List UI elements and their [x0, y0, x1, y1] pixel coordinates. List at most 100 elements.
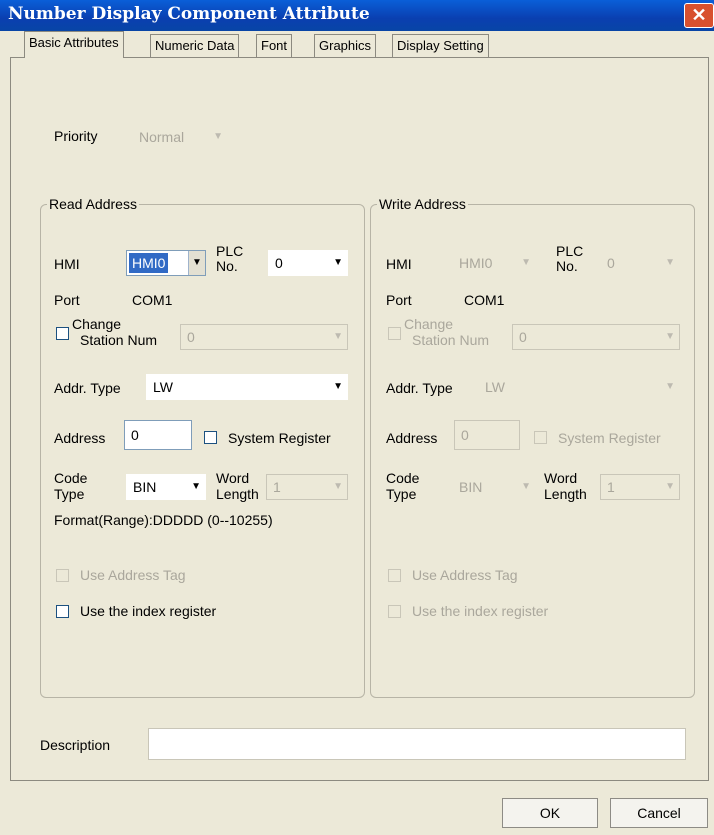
write-plc-select[interactable]: 0 ▼ [600, 250, 680, 276]
read-addr-type-value: LW [153, 379, 173, 395]
write-code-type-value: BIN [459, 479, 483, 495]
chevron-down-icon: ▼ [665, 481, 675, 492]
write-use-address-tag-checkbox[interactable] [388, 569, 401, 582]
write-address-legend: Write Address [379, 196, 466, 212]
read-word-length-select[interactable]: 1 ▼ [266, 474, 348, 500]
tab-display-setting[interactable]: Display Setting [392, 34, 489, 58]
read-change-station-label: Change Station Num [72, 316, 157, 348]
read-address-input[interactable]: 0 [124, 420, 192, 450]
read-plc-select[interactable]: 0 ▼ [268, 250, 348, 276]
chevron-down-icon: ▼ [665, 257, 675, 268]
write-code-type-label: Code Type [386, 470, 419, 502]
read-plc-label: PLC No. [216, 244, 243, 274]
read-change-station-checkbox[interactable] [56, 327, 69, 340]
write-code-type-select[interactable]: BIN ▼ [452, 474, 536, 500]
chevron-down-icon: ▼ [665, 381, 675, 392]
write-word-length-line1: Word [544, 470, 578, 486]
write-plc-value: 0 [607, 255, 615, 271]
tab-numeric-data[interactable]: Numeric Data [150, 34, 240, 58]
read-word-length-value: 1 [273, 479, 281, 495]
write-hmi-label: HMI [386, 256, 412, 272]
write-hmi-select[interactable]: HMI0 ▼ [452, 250, 536, 276]
read-change-station-line2: Station Num [80, 332, 158, 348]
write-use-index-register-checkbox[interactable] [388, 605, 401, 618]
write-station-value: 0 [519, 329, 527, 345]
read-addr-type-select[interactable]: LW ▼ [146, 374, 348, 400]
write-system-register-label: System Register [558, 430, 661, 446]
read-address-legend: Read Address [49, 196, 137, 212]
chevron-down-icon: ▼ [333, 481, 343, 492]
read-code-type-line2: Type [54, 486, 85, 502]
read-change-station-line1: Change [72, 316, 122, 332]
write-hmi-value: HMI0 [459, 255, 493, 271]
description-label: Description [40, 737, 111, 753]
read-code-type-value: BIN [133, 479, 157, 495]
read-hmi-label: HMI [54, 256, 80, 272]
write-use-address-tag-label: Use Address Tag [412, 567, 518, 583]
read-station-value: 0 [187, 329, 195, 345]
write-word-length-label: Word Length [544, 470, 587, 502]
write-change-station-line2: Station Num [412, 332, 490, 348]
read-hmi-select[interactable]: HMI0 ▼ [126, 250, 206, 276]
write-address-label: Address [386, 430, 438, 446]
write-addr-type-value: LW [485, 379, 505, 395]
read-station-select[interactable]: 0 ▼ [180, 324, 348, 350]
tab-font[interactable]: Font [256, 34, 293, 58]
read-use-index-register-checkbox[interactable] [56, 605, 69, 618]
read-use-address-tag-label: Use Address Tag [80, 567, 186, 583]
priority-select[interactable]: Normal ▼ [132, 124, 228, 150]
description-input[interactable] [148, 728, 686, 760]
write-address-input[interactable]: 0 [454, 420, 520, 450]
write-station-select[interactable]: 0 ▼ [512, 324, 680, 350]
write-word-length-select[interactable]: 1 ▼ [600, 474, 680, 500]
read-code-type-label: Code Type [54, 470, 87, 502]
write-plc-label-line2: No. [556, 258, 578, 274]
chevron-down-icon: ▼ [665, 331, 675, 342]
chevron-down-icon: ▼ [191, 481, 201, 492]
write-word-length-value: 1 [607, 479, 615, 495]
window-title: Number Display Component Attribute [8, 4, 370, 24]
chevron-down-icon: ▼ [333, 381, 343, 392]
read-use-index-register-label: Use the index register [80, 603, 217, 619]
read-hmi-value: HMI0 [129, 253, 169, 273]
write-use-index-register-label: Use the index register [412, 603, 549, 619]
read-word-length-label: Word Length [216, 470, 259, 502]
chevron-down-icon: ▼ [521, 481, 531, 492]
write-change-station-label: Change Station Num [404, 316, 489, 348]
priority-value: Normal [139, 129, 185, 145]
write-addr-type-select[interactable]: LW ▼ [478, 374, 680, 400]
read-format-range: Format(Range):DDDDD (0--10255) [54, 512, 273, 528]
read-code-type-line1: Code [54, 470, 88, 486]
priority-label: Priority [54, 128, 98, 144]
write-plc-label-line1: PLC [556, 243, 584, 259]
chevron-down-icon: ▼ [213, 131, 223, 142]
chevron-down-icon: ▼ [333, 331, 343, 342]
read-plc-label-line2: No. [216, 258, 238, 274]
write-change-station-checkbox[interactable] [388, 327, 401, 340]
write-port-value: COM1 [464, 292, 505, 308]
read-port-value: COM1 [132, 292, 173, 308]
write-port-label: Port [386, 292, 412, 308]
read-port-label: Port [54, 292, 80, 308]
write-code-type-line1: Code [386, 470, 420, 486]
read-system-register-label: System Register [228, 430, 331, 446]
read-code-type-select[interactable]: BIN ▼ [126, 474, 206, 500]
write-system-register-checkbox[interactable] [534, 431, 547, 444]
chevron-down-icon: ▼ [333, 257, 343, 268]
write-code-type-line2: Type [386, 486, 417, 502]
tab-graphics[interactable]: Graphics [314, 34, 377, 58]
read-use-address-tag-checkbox[interactable] [56, 569, 69, 582]
tab-basic-attributes[interactable]: Basic Attributes [24, 31, 124, 58]
chevron-down-icon: ▼ [521, 257, 531, 268]
close-button[interactable]: ✕ [684, 3, 714, 28]
read-word-length-line2: Length [216, 486, 259, 502]
write-change-station-line1: Change [404, 316, 454, 332]
read-plc-label-line1: PLC [216, 243, 244, 259]
cancel-button[interactable]: Cancel [610, 798, 708, 828]
chevron-down-icon: ▼ [188, 251, 205, 275]
read-addr-type-label: Addr. Type [54, 380, 121, 396]
ok-button[interactable]: OK [502, 798, 598, 828]
read-word-length-line1: Word [216, 470, 250, 486]
read-system-register-checkbox[interactable] [204, 431, 217, 444]
write-word-length-line2: Length [544, 486, 587, 502]
